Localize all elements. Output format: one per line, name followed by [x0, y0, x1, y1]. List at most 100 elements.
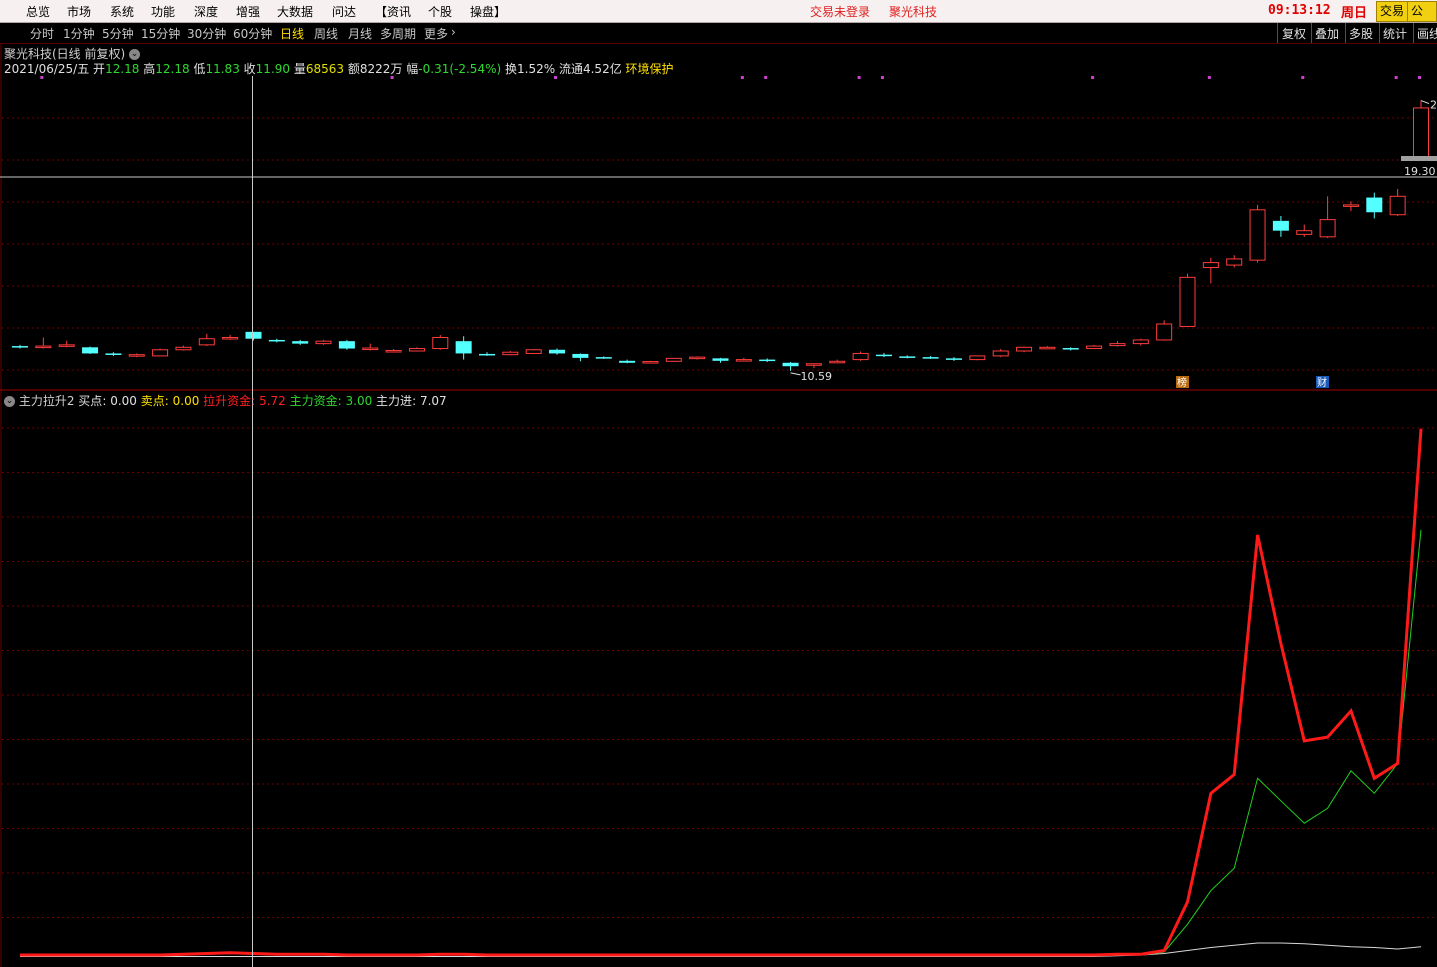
candle-body-down — [292, 341, 309, 344]
candle-body-down — [1062, 348, 1079, 350]
chevron-down-icon[interactable]: ⌄ — [4, 396, 15, 407]
menu-depth[interactable]: 深度 — [194, 3, 218, 20]
event-marker — [1301, 76, 1305, 79]
candle-body-up — [1226, 258, 1243, 266]
login-status[interactable]: 交易未登录 — [810, 3, 870, 20]
candle-body-up — [432, 336, 449, 350]
toolbar-divider — [1379, 23, 1380, 43]
toolbar-divider — [1277, 23, 1278, 43]
candle-body-up — [1132, 339, 1149, 345]
candle-body-up — [152, 349, 169, 357]
cursor-price-label: 19.30 — [1404, 165, 1436, 178]
event-marker — [880, 76, 884, 79]
float-label: 流通 — [558, 62, 583, 76]
formula-button[interactable]: 公式 — [1407, 1, 1437, 37]
menu-market[interactable]: 市场 — [67, 3, 91, 20]
period-5min[interactable]: 5分钟 — [102, 25, 134, 42]
chart-area[interactable]: 10.59 2 19.30 榜 财 — [0, 44, 1437, 967]
period-1min[interactable]: 1分钟 — [63, 25, 95, 42]
trade-button[interactable]: 交易 — [1376, 1, 1409, 22]
candle-body-up — [1039, 346, 1056, 350]
candle-body-up — [58, 344, 75, 347]
candle-body-up — [1156, 323, 1173, 341]
candle-body-up — [128, 354, 145, 357]
tool-draw-line[interactable]: 画线 — [1417, 25, 1437, 42]
open-label: 开 — [93, 62, 106, 76]
close-label: 收 — [243, 62, 256, 76]
candle-body-down — [455, 341, 472, 354]
tool-adjust-rights[interactable]: 复权 — [1282, 25, 1306, 42]
candle-body-up — [385, 350, 402, 353]
period-daily[interactable]: 日线 — [280, 25, 304, 42]
volume-value: 68563 — [305, 62, 345, 76]
low-price-label: 10.59 — [801, 370, 833, 383]
candle-body-up — [1249, 209, 1266, 261]
chevron-right-icon[interactable]: › — [451, 25, 456, 39]
clock: 09:13:12 — [1268, 3, 1331, 18]
menu-function[interactable]: 功能 — [151, 3, 175, 20]
turnover-label: 换 — [505, 62, 518, 76]
menu-overview[interactable]: 总览 — [26, 3, 50, 20]
tool-statistics[interactable]: 统计 — [1383, 25, 1407, 42]
turnover-value: 1.52% — [517, 62, 556, 76]
candle-body-up — [408, 348, 425, 352]
indicator-name[interactable]: 主力拉升2 — [19, 394, 75, 408]
concept-tag[interactable]: 环境保护 — [626, 62, 674, 76]
candle-body-down — [105, 353, 122, 355]
candle-body-up — [222, 336, 239, 340]
candle-body-up — [1319, 219, 1336, 238]
tool-multi-stock[interactable]: 多股 — [1349, 25, 1373, 42]
period-weekly[interactable]: 周线 — [314, 25, 338, 42]
inflow-value: 7.07 — [419, 394, 447, 408]
candle-body-down — [1366, 197, 1383, 213]
event-marker — [857, 76, 861, 79]
candle-body-down — [922, 357, 939, 359]
change-value: -0.31(-2.54%) — [418, 62, 502, 76]
candle-body-up — [1109, 343, 1126, 347]
period-30min[interactable]: 30分钟 — [187, 25, 226, 42]
bar-date: 2021/06/25/五 — [4, 62, 90, 76]
candle-body-down — [549, 349, 566, 354]
period-multi[interactable]: 多周期 — [380, 25, 416, 42]
menu-trade-ops[interactable]: 操盘】 — [470, 3, 506, 20]
candle-body-down — [782, 362, 799, 367]
candle-body-down — [899, 356, 916, 358]
period-minute-chart[interactable]: 分时 — [30, 25, 54, 42]
menu-bar: 总览 市场 系统 功能 深度 增强 大数据 问达 【资讯 个股 操盘】 交易未登… — [0, 0, 1437, 37]
candle-body-up — [852, 352, 869, 361]
finance-badge-label: 财 — [1317, 376, 1327, 389]
tool-overlay[interactable]: 叠加 — [1315, 25, 1339, 42]
menu-enhance[interactable]: 增强 — [236, 3, 260, 20]
chart-title: 聚光科技(日线 前复权) — [4, 47, 126, 61]
menu-news[interactable]: 【资讯 — [375, 3, 411, 20]
candle-body-down — [1272, 220, 1289, 231]
candle-body-up — [1202, 262, 1219, 269]
sell-value: 0.00 — [172, 394, 200, 408]
candle-body-down — [82, 347, 99, 354]
candle-body-down — [12, 346, 28, 348]
toolbar-divider — [1345, 23, 1346, 43]
menu-bigdata[interactable]: 大数据 — [277, 3, 313, 20]
menu-wenda[interactable]: 问达 — [332, 3, 356, 20]
menu-system[interactable]: 系统 — [110, 3, 134, 20]
toolbar-divider — [1413, 23, 1414, 43]
chevron-down-icon[interactable]: ⌄ — [129, 49, 141, 60]
candle-body-down — [245, 331, 262, 339]
period-more[interactable]: 更多 — [424, 25, 448, 42]
ohlc-info-row: 2021/06/25/五 开12.18 高12.18 低11.83 收11.90… — [4, 60, 674, 77]
main-fund-value: 3.00 — [345, 394, 373, 408]
candle-body-up — [829, 360, 846, 364]
period-toolbar: 分时 1分钟 5分钟 15分钟 30分钟 60分钟 日线 周线 月线 多周期 更… — [0, 23, 1437, 61]
candle-body-up — [1016, 346, 1033, 352]
period-monthly[interactable]: 月线 — [348, 25, 372, 42]
candle-body-up — [525, 349, 542, 354]
candle-body-up — [1296, 230, 1313, 235]
period-60min[interactable]: 60分钟 — [233, 25, 272, 42]
menu-stock[interactable]: 个股 — [428, 3, 452, 20]
event-marker — [740, 76, 744, 79]
period-15min[interactable]: 15分钟 — [141, 25, 180, 42]
buy-label: 买点 — [78, 394, 103, 408]
toolbar-divider — [1311, 23, 1312, 43]
candle-body-down — [619, 360, 636, 363]
volume-label: 量 — [293, 62, 306, 76]
